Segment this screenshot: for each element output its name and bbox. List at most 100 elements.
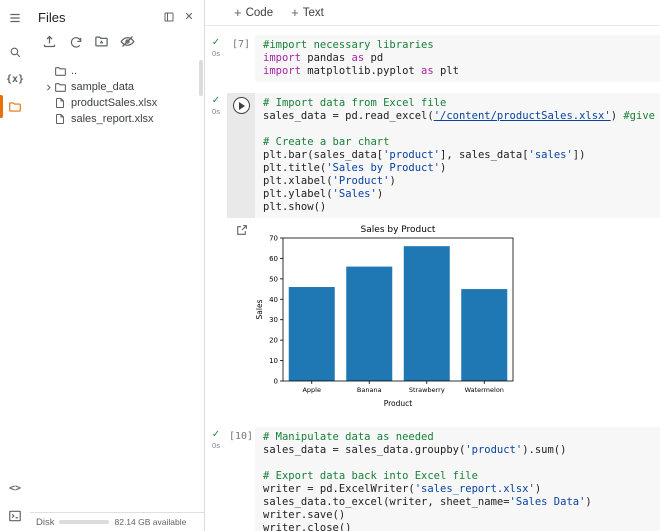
folder-item[interactable]: sample_data (30, 79, 204, 95)
cell-gutter: [7] (227, 35, 255, 82)
file-name: .. (71, 65, 77, 77)
code-line: plt.title('Sales by Product') (263, 162, 652, 175)
refresh-icon[interactable] (66, 32, 85, 51)
cell-success-icon: ✓ (212, 96, 220, 106)
folder-item[interactable]: .. (30, 63, 204, 79)
files-scrollbar-thumb[interactable] (199, 60, 203, 96)
code-line: # Import data from Excel file (263, 97, 652, 110)
svg-text:0: 0 (274, 378, 278, 386)
code-cell: ✓ 0s [10] # Manipulate data as neededsal… (205, 427, 660, 531)
cell-runtime: 0s (212, 107, 220, 116)
code-editor[interactable]: # Import data from Excel filesales_data … (255, 93, 660, 218)
files-panel: Files ✕ .. sample_data productSales.xlsx (30, 0, 204, 531)
run-cell-button[interactable] (233, 97, 250, 114)
disk-usage: Disk 82.14 GB available (30, 512, 204, 531)
svg-text:20: 20 (269, 337, 278, 345)
svg-text:Strawberry: Strawberry (409, 386, 445, 394)
bar (289, 287, 335, 381)
file-item[interactable]: productSales.xlsx (30, 95, 204, 111)
terminal-icon[interactable] (0, 502, 30, 529)
svg-text:Watermelon: Watermelon (465, 386, 504, 394)
file-icon (54, 113, 71, 125)
cell-output: Sales by Product 0 10 20 30 40 50 60 70 Apple Bana… (205, 223, 660, 416)
files-tab-icon[interactable] (0, 93, 30, 120)
cell-status: ✓ 0s (205, 427, 227, 531)
svg-text:40: 40 (269, 296, 278, 304)
cell-status: ✓ 0s (205, 93, 227, 218)
bar-chart-svg: Sales by Product 0 10 20 30 40 50 60 70 Apple Bana… (255, 223, 523, 413)
code-cell: ✓ 0s # Import data from Excel filesales_… (205, 93, 660, 416)
svg-text:Apple: Apple (302, 386, 321, 394)
code-line: sales_data = pd.read_excel('/content/pro… (263, 110, 652, 123)
code-line: writer.save() (263, 509, 652, 522)
svg-text:60: 60 (269, 255, 278, 263)
plus-icon: + (291, 6, 299, 19)
svg-text:30: 30 (269, 316, 278, 324)
code-line: # Manipulate data as needed (263, 431, 652, 444)
variables-glyph: {x} (6, 74, 24, 85)
execution-count[interactable]: [10] (229, 431, 253, 442)
plus-icon: + (234, 6, 242, 19)
cell-runtime: 0s (212, 49, 220, 58)
disk-label: Disk (36, 517, 54, 528)
folder-icon (54, 65, 71, 78)
cell-gutter: [10] (227, 427, 255, 531)
cell-gutter (227, 93, 255, 218)
add-text-label: Text (303, 7, 324, 19)
disk-usage-bar (59, 520, 109, 524)
chart-ylabel: Sales (255, 299, 264, 319)
code-line: # Create a bar chart (263, 136, 652, 149)
add-code-button[interactable]: + Code (225, 3, 282, 22)
files-panel-title: Files (38, 10, 65, 25)
execution-count[interactable]: [7] (232, 39, 250, 50)
cell-success-icon: ✓ (212, 38, 220, 48)
notebook-scroll-area: ✓ 0s [7] #import necessary librariesimpo… (205, 26, 660, 531)
bar (404, 246, 450, 381)
bar (346, 267, 392, 381)
colab-app: {x} <> Files ✕ (0, 0, 660, 531)
svg-text:10: 10 (269, 357, 278, 365)
left-icon-rail: {x} <> (0, 0, 30, 531)
notebook-toolbar: + Code + Text (205, 0, 660, 26)
code-line: plt.ylabel('Sales') (263, 188, 652, 201)
code-line: plt.xlabel('Product') (263, 175, 652, 188)
dock-panel-icon[interactable] (160, 8, 178, 26)
chart-xlabel: Product (384, 399, 413, 408)
svg-text:Banana: Banana (357, 386, 382, 394)
close-panel-icon[interactable]: ✕ (180, 8, 198, 26)
file-name: sample_data (71, 81, 134, 93)
code-line: #import necessary libraries (263, 39, 652, 52)
code-snippets-icon[interactable]: <> (0, 475, 30, 502)
output-popout-icon[interactable] (234, 223, 249, 241)
code-editor[interactable]: #import necessary librariesimport pandas… (255, 35, 660, 82)
code-line (263, 457, 652, 470)
code-line: sales_data.to_excel(writer, sheet_name='… (263, 496, 652, 509)
add-text-button[interactable]: + Text (282, 3, 333, 22)
code-line: sales_data = sales_data.groupby('product… (263, 444, 652, 457)
svg-text:70: 70 (269, 235, 278, 243)
search-icon[interactable] (0, 39, 30, 66)
cell-runtime: 0s (212, 441, 220, 450)
svg-text:50: 50 (269, 275, 278, 283)
code-line: plt.bar(sales_data['product'], sales_dat… (263, 149, 652, 162)
play-icon (239, 102, 245, 110)
code-line: import pandas as pd (263, 52, 652, 65)
hidden-files-icon[interactable] (118, 32, 137, 51)
code-cell: ✓ 0s [7] #import necessary librariesimpo… (205, 35, 660, 82)
mount-drive-icon[interactable] (92, 32, 111, 51)
chart-output-image: Sales by Product 0 10 20 30 40 50 60 70 Apple Bana… (255, 223, 660, 416)
upload-icon[interactable] (40, 32, 59, 51)
code-line: writer = pd.ExcelWriter('sales_report.xl… (263, 483, 652, 496)
chart-title: Sales by Product (361, 225, 436, 235)
code-editor[interactable]: # Manipulate data as neededsales_data = … (255, 427, 660, 531)
files-panel-header: Files ✕ (30, 0, 204, 30)
code-line: plt.show() (263, 201, 652, 214)
expand-chevron-icon[interactable] (42, 83, 54, 92)
file-name: sales_report.xlsx (71, 113, 154, 125)
menu-icon[interactable] (0, 4, 30, 31)
file-icon (54, 97, 71, 109)
code-line: writer.close() (263, 522, 652, 531)
snippets-glyph: <> (9, 483, 21, 494)
file-item[interactable]: sales_report.xlsx (30, 111, 204, 127)
variables-icon[interactable]: {x} (0, 66, 30, 93)
